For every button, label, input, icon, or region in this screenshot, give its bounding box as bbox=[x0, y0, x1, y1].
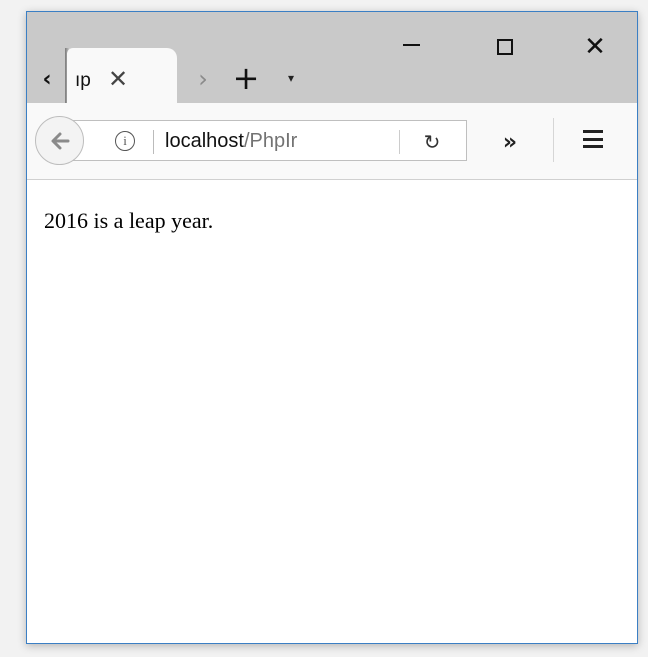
back-button[interactable] bbox=[35, 116, 84, 165]
tab-list-dropdown-icon[interactable]: ▾ bbox=[283, 70, 299, 86]
title-bar: ‹ ıp ✕ › + ▾ ✕ bbox=[27, 12, 637, 104]
url-path: /PhpIr bbox=[243, 130, 298, 152]
browser-window: ‹ ıp ✕ › + ▾ ✕ i localhost/PhpIr ↻ » 201… bbox=[26, 11, 638, 644]
tab-close-icon[interactable]: ✕ bbox=[105, 64, 131, 94]
page-content: 2016 is a leap year. bbox=[27, 180, 637, 643]
maximize-icon bbox=[497, 39, 513, 55]
minimize-icon bbox=[402, 44, 420, 46]
arrow-left-icon bbox=[51, 132, 69, 149]
page-text: 2016 is a leap year. bbox=[44, 208, 214, 233]
url-text[interactable]: localhost/PhpIr bbox=[165, 130, 370, 153]
tab-scroll-left-icon[interactable]: ‹ bbox=[37, 66, 57, 92]
info-icon[interactable]: i bbox=[115, 131, 135, 151]
toolbar-overflow-icon[interactable]: » bbox=[495, 127, 525, 157]
close-window-button[interactable]: ✕ bbox=[565, 32, 625, 62]
menu-separator bbox=[553, 118, 554, 162]
url-host: localhost bbox=[165, 130, 244, 152]
maximize-button[interactable] bbox=[475, 32, 535, 62]
navigation-toolbar: i localhost/PhpIr ↻ » bbox=[27, 103, 637, 180]
reload-separator bbox=[399, 130, 400, 154]
tab-title: ıp bbox=[75, 70, 91, 91]
tab-scroll-right-icon[interactable]: › bbox=[191, 64, 215, 94]
reload-icon[interactable]: ↻ bbox=[417, 128, 447, 156]
hamburger-menu-icon[interactable] bbox=[583, 130, 603, 148]
url-separator bbox=[153, 130, 154, 154]
minimize-button[interactable] bbox=[381, 32, 441, 62]
new-tab-button[interactable]: + bbox=[230, 59, 262, 97]
